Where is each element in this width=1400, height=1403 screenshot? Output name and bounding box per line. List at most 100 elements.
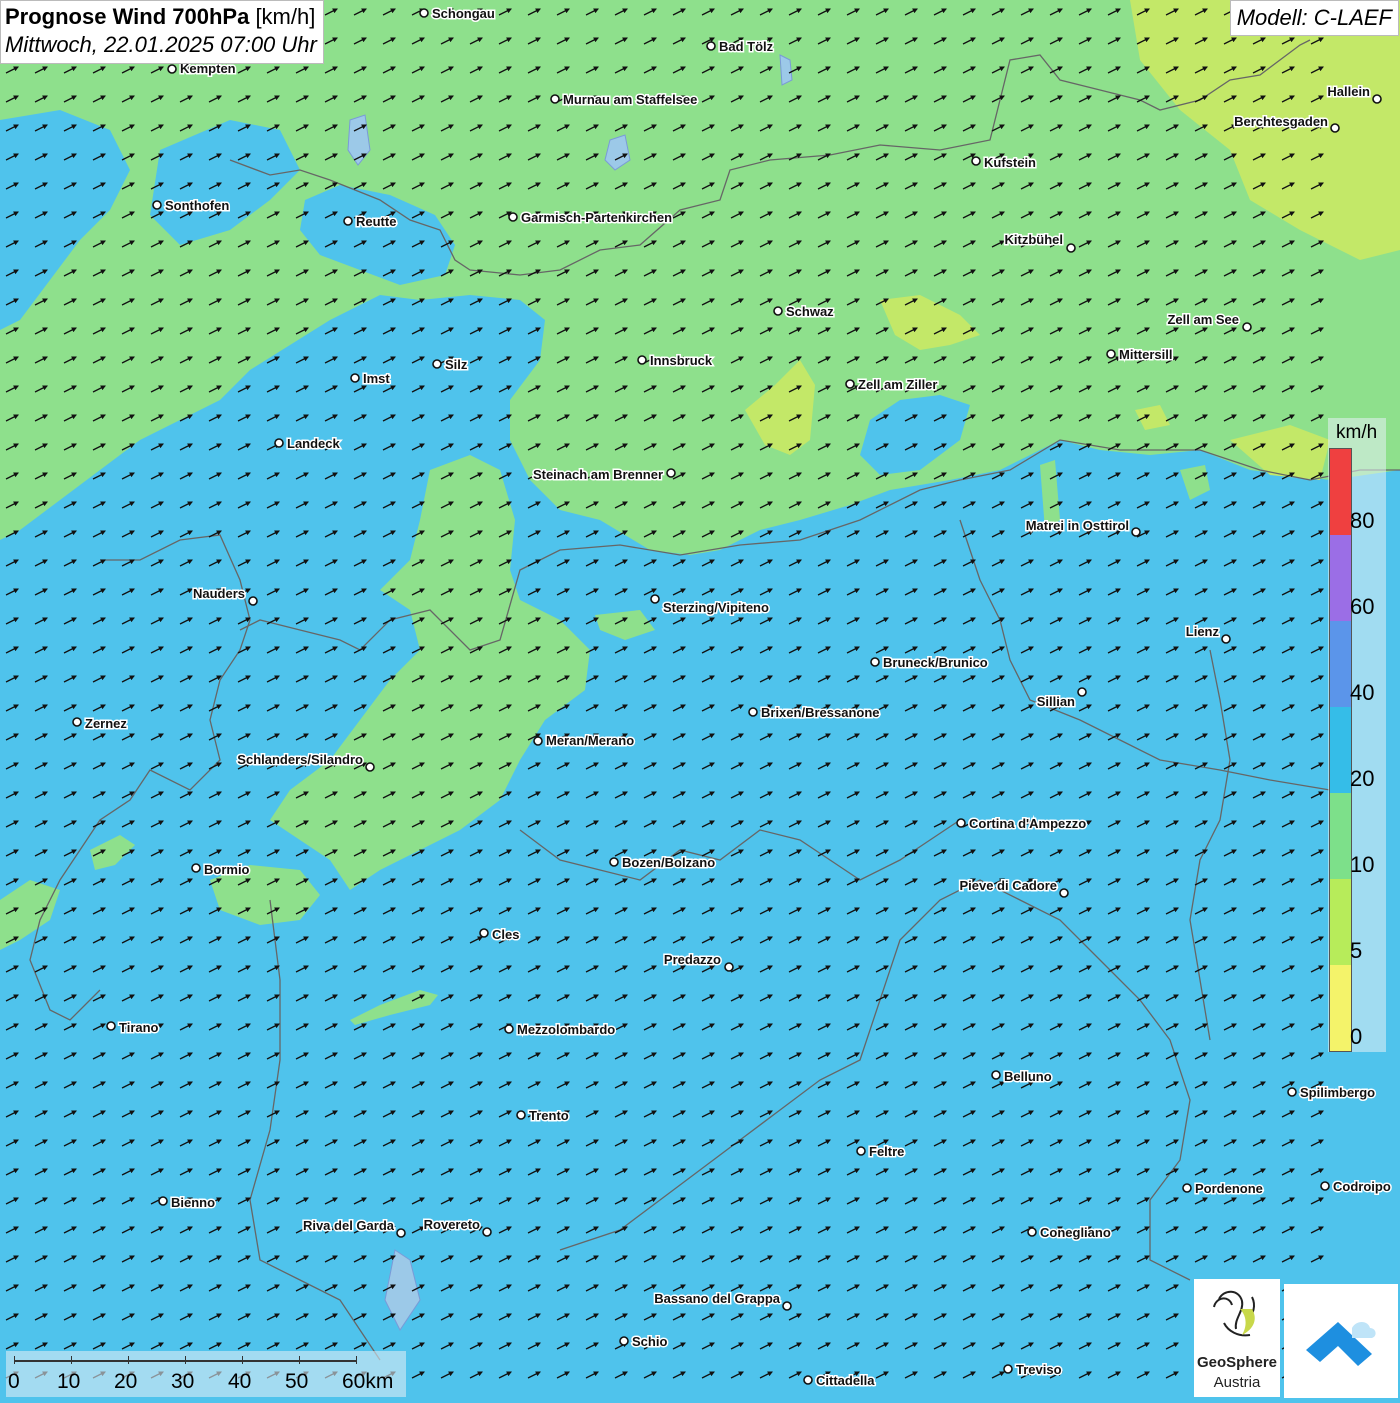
city-marker-icon (991, 1070, 1001, 1080)
legend-tick-label: 20 (1350, 766, 1375, 791)
title-line: Prognose Wind 700hPa [km/h] (5, 3, 317, 31)
city-label: Sterzing/Vipiteno (663, 600, 769, 615)
city-label: Landeck (287, 436, 341, 451)
city-marker-icon (550, 94, 560, 104)
city-marker-icon (508, 212, 518, 222)
city-marker-icon (1320, 1181, 1330, 1191)
city-marker-icon (158, 1196, 168, 1206)
scale-tick (71, 1356, 72, 1364)
city-marker-icon (248, 596, 258, 606)
city-label: Berchtesgaden (1234, 114, 1328, 129)
city-label: Pordenone (1195, 1181, 1263, 1196)
city-label: Nauders (193, 586, 245, 601)
scale-label: 40 (228, 1370, 252, 1393)
city-label: Lienz (1186, 624, 1220, 639)
city-marker-icon (365, 762, 375, 772)
legend-color-bar (1329, 448, 1352, 1052)
city-label: Schio (632, 1334, 667, 1349)
city-label: Silz (445, 357, 468, 372)
legend-tick-label: 0 (1350, 1024, 1363, 1049)
city-marker-icon (1287, 1087, 1297, 1097)
city-label: Codroipo (1333, 1179, 1391, 1194)
geosphere-logo: GeoSphere Austria (1194, 1279, 1280, 1397)
city-marker-icon (1221, 634, 1231, 644)
city-label: Belluno (1004, 1069, 1052, 1084)
city-label: Mezzolombardo (517, 1022, 615, 1037)
city-label: Zernez (85, 716, 127, 731)
city-label: Schwaz (786, 304, 834, 319)
city-label: Innsbruck (650, 353, 713, 368)
city-label: Bienno (171, 1195, 215, 1210)
scale-label: 20 (114, 1370, 138, 1393)
city-marker-icon (1003, 1364, 1013, 1374)
city-marker-icon (1330, 123, 1340, 133)
city-marker-icon (1077, 687, 1087, 697)
city-marker-icon (637, 355, 647, 365)
legend-segment (1330, 965, 1351, 1051)
legend-unit: km/h (1336, 422, 1378, 443)
city-marker-icon (650, 594, 660, 604)
city-label: Riva del Garda (303, 1218, 395, 1233)
city-label: Imst (363, 371, 390, 386)
city-label: Reutte (356, 214, 396, 229)
city-marker-icon (724, 962, 734, 972)
scale-label: 10 (57, 1370, 81, 1393)
city-marker-icon (773, 306, 783, 316)
city-marker-icon (350, 373, 360, 383)
city-label: Pieve di Cadore (959, 878, 1057, 893)
city-label: Bad Tölz (719, 39, 774, 54)
city-label: Tirano (119, 1020, 159, 1035)
city-label: Cittadella (816, 1373, 875, 1388)
city-marker-icon (609, 857, 619, 867)
map-title: Prognose Wind 700hPa (5, 4, 250, 29)
geosphere-logo-icon (1213, 1290, 1255, 1337)
city-label: Hallein (1327, 84, 1370, 99)
legend-segment (1330, 879, 1351, 965)
city-marker-icon (845, 379, 855, 389)
scale-label: 30 (171, 1370, 195, 1393)
city-marker-icon (72, 717, 82, 727)
city-label: Sonthofen (165, 198, 229, 213)
city-label: Meran/Merano (546, 733, 634, 748)
city-label: Steinach am Brenner (533, 467, 663, 482)
scale-tick (299, 1356, 300, 1364)
city-label: Trento (529, 1108, 569, 1123)
city-label: Zell am Ziller (858, 377, 937, 392)
city-marker-icon (956, 818, 966, 828)
city-marker-icon (167, 64, 177, 74)
city-marker-icon (870, 657, 880, 667)
city-label: Predazzo (664, 952, 721, 967)
city-marker-icon (1059, 888, 1069, 898)
title-box: Prognose Wind 700hPa [km/h] Mittwoch, 22… (0, 0, 324, 64)
city-marker-icon (343, 216, 353, 226)
city-label: Brixen/Bressanone (761, 705, 880, 720)
city-marker-icon (274, 438, 284, 448)
scale-label: 0 (8, 1370, 20, 1393)
city-marker-icon (1131, 527, 1141, 537)
city-label: Bormio (204, 862, 250, 877)
city-marker-icon (152, 200, 162, 210)
model-label: Modell: C-LAEF (1229, 0, 1399, 36)
legend-segment (1330, 707, 1351, 793)
city-label: Garmisch-Partenkirchen (521, 210, 672, 225)
map-unit: [km/h] (255, 4, 316, 29)
legend-segment (1330, 621, 1351, 707)
city-label: Bruneck/Brunico (883, 655, 988, 670)
city-marker-icon (479, 928, 489, 938)
app-logo[interactable] (1284, 1284, 1398, 1398)
logo-line2: Austria (1213, 1374, 1261, 1391)
city-marker-icon (1242, 322, 1252, 332)
city-marker-icon (971, 156, 981, 166)
city-label: Bassano del Grappa (654, 1291, 780, 1306)
legend-segment (1330, 535, 1351, 621)
legend-tick-label: 40 (1350, 680, 1375, 705)
city-label: Kufstein (984, 155, 1036, 170)
scale-label: 60km (342, 1370, 394, 1393)
legend-tick-label: 5 (1350, 938, 1363, 963)
city-marker-icon (533, 736, 543, 746)
forecast-datetime: Mittwoch, 22.01.2025 07:00 Uhr (5, 32, 317, 57)
city-label: Spilimbergo (1300, 1085, 1375, 1100)
scale-tick (242, 1356, 243, 1364)
city-marker-icon (706, 41, 716, 51)
city-label: Cortina d'Ampezzo (969, 816, 1086, 831)
